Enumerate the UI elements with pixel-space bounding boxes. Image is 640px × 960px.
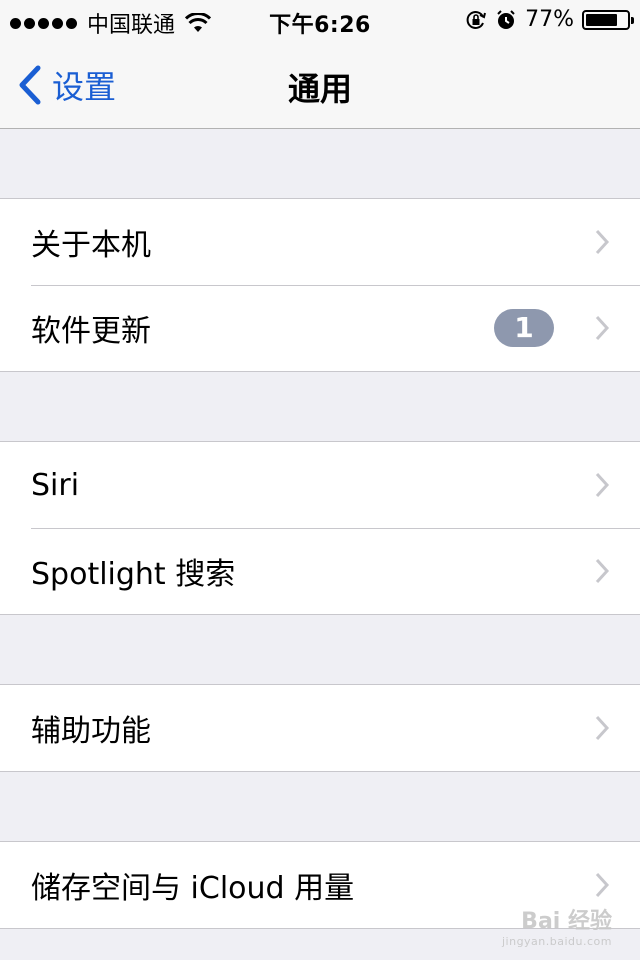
chevron-right-icon: [595, 558, 610, 584]
row-label: 软件更新: [31, 314, 151, 349]
row-accessibility[interactable]: 辅助功能: [0, 685, 640, 771]
navigation-bar: 设置 通用: [0, 40, 640, 129]
chevron-right-icon: [595, 872, 610, 898]
settings-list: 关于本机 软件更新 1 Siri Spotlight 搜索 辅助功能 储存空间与…: [0, 129, 640, 929]
watermark-url: jingyan.baidu.com: [501, 935, 612, 948]
status-right: 77%: [465, 7, 634, 32]
settings-group-about: 关于本机 软件更新 1: [0, 198, 640, 372]
battery-percent: 77%: [525, 7, 574, 32]
chevron-right-icon: [595, 229, 610, 255]
row-label: 关于本机: [31, 228, 151, 263]
chevron-right-icon: [595, 472, 610, 498]
update-count-badge: 1: [494, 309, 554, 347]
alarm-icon: [497, 9, 515, 29]
row-about[interactable]: 关于本机: [0, 199, 640, 285]
row-siri[interactable]: Siri: [0, 442, 640, 528]
chevron-right-icon: [595, 715, 610, 741]
orientation-lock-icon: [466, 10, 487, 29]
row-spotlight-search[interactable]: Spotlight 搜索: [0, 528, 640, 614]
battery-fill: [586, 13, 617, 26]
row-label: Spotlight 搜索: [31, 557, 236, 592]
battery-icon: [582, 9, 634, 30]
baidu-watermark: Bai 经验 jingyan.baidu.com: [502, 903, 612, 948]
status-bar: 中国联通 下午6:26 77%: [0, 0, 640, 40]
settings-group-accessibility: 辅助功能: [0, 684, 640, 772]
page-title: 通用: [287, 70, 352, 108]
chevron-right-icon: [595, 315, 610, 341]
row-label: 储存空间与 iCloud 用量: [31, 871, 355, 906]
settings-group-search: Siri Spotlight 搜索: [0, 441, 640, 615]
watermark-brand: Bai 经验: [521, 909, 612, 934]
row-label: Siri: [31, 467, 80, 503]
row-label: 辅助功能: [31, 714, 151, 749]
row-software-update[interactable]: 软件更新 1: [0, 285, 640, 371]
